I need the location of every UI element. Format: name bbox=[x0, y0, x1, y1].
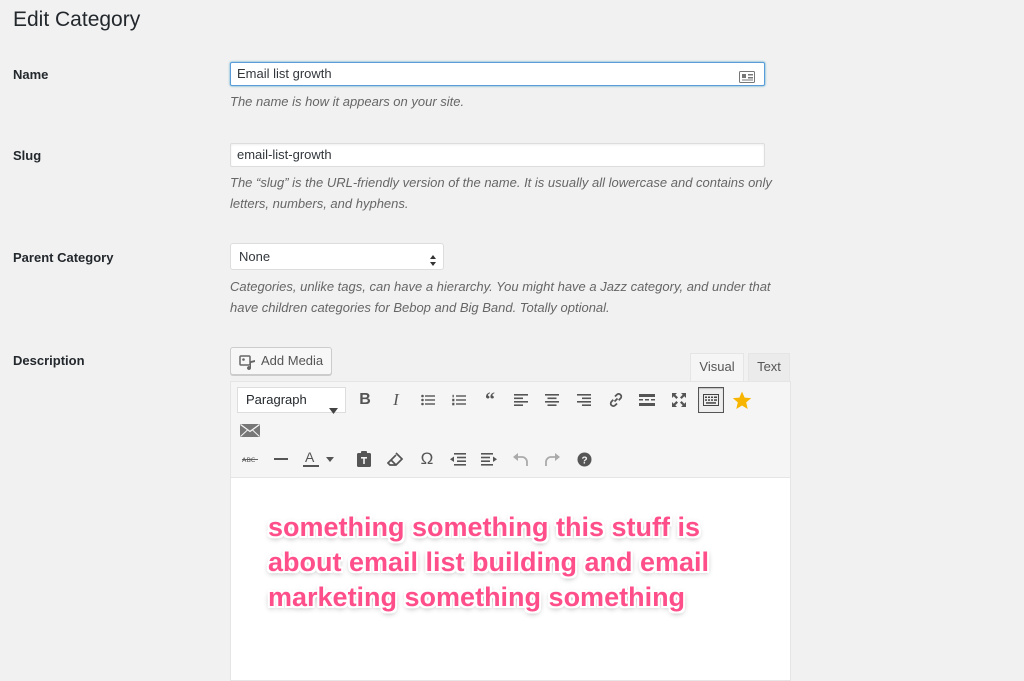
help-icon[interactable]: ? bbox=[571, 446, 597, 472]
tab-text[interactable]: Text bbox=[748, 353, 790, 381]
add-media-label: Add Media bbox=[261, 353, 324, 368]
blockquote-icon[interactable]: “ bbox=[477, 387, 503, 413]
slug-help: The “slug” is the URL-friendly version o… bbox=[230, 175, 772, 211]
special-character-icon[interactable]: Ω bbox=[414, 446, 440, 472]
name-input-value: Email list growth bbox=[237, 66, 332, 81]
strikethrough-icon[interactable]: ABC bbox=[237, 446, 263, 472]
parent-category-label: Parent Category bbox=[13, 250, 114, 265]
italic-icon[interactable]: I bbox=[383, 387, 409, 413]
name-input[interactable]: Email list growth bbox=[230, 62, 765, 86]
text-color-icon[interactable]: A bbox=[299, 446, 339, 472]
email-icon[interactable] bbox=[237, 417, 263, 443]
link-icon[interactable] bbox=[603, 387, 629, 413]
name-label: Name bbox=[13, 67, 49, 82]
editor-toolbar: Paragraph B I “ ABC A Ω ? bbox=[231, 382, 790, 478]
horizontal-line-icon[interactable] bbox=[268, 446, 294, 472]
undo-icon[interactable] bbox=[508, 446, 534, 472]
caret-down-icon bbox=[329, 398, 338, 422]
format-select[interactable]: Paragraph bbox=[237, 387, 346, 414]
media-icon bbox=[239, 354, 257, 380]
contact-card-icon[interactable] bbox=[739, 68, 755, 90]
slug-input[interactable]: email-list-growth bbox=[230, 143, 765, 167]
tab-visual[interactable]: Visual bbox=[690, 353, 744, 381]
svg-text:A: A bbox=[305, 450, 315, 465]
description-label: Description bbox=[13, 353, 85, 368]
description-editor[interactable]: Paragraph B I “ ABC A Ω ? something some… bbox=[230, 381, 791, 681]
slug-label: Slug bbox=[13, 148, 42, 163]
add-media-button[interactable]: Add Media bbox=[230, 347, 332, 375]
page-title: Edit Category bbox=[13, 8, 141, 31]
slug-input-value: email-list-growth bbox=[237, 147, 332, 162]
align-left-icon[interactable] bbox=[508, 387, 534, 413]
star-icon[interactable] bbox=[729, 387, 755, 413]
indent-icon[interactable] bbox=[476, 446, 502, 472]
parent-category-help: Categories, unlike tags, can have a hier… bbox=[230, 279, 771, 315]
read-more-icon[interactable] bbox=[634, 387, 660, 413]
format-select-value: Paragraph bbox=[246, 392, 307, 407]
fullscreen-icon[interactable] bbox=[666, 387, 692, 413]
numbered-list-icon[interactable] bbox=[446, 387, 472, 413]
outdent-icon[interactable] bbox=[445, 446, 471, 472]
description-content[interactable]: something something this stuff is about … bbox=[268, 510, 768, 615]
bold-icon[interactable]: B bbox=[352, 387, 378, 413]
toolbar-toggle-icon[interactable] bbox=[698, 387, 724, 413]
parent-category-select[interactable]: None bbox=[230, 243, 444, 270]
bullet-list-icon[interactable] bbox=[415, 387, 441, 413]
align-center-icon[interactable] bbox=[539, 387, 565, 413]
paste-as-text-icon[interactable] bbox=[351, 446, 377, 472]
align-right-icon[interactable] bbox=[571, 387, 597, 413]
clear-formatting-icon[interactable] bbox=[382, 446, 408, 472]
redo-icon[interactable] bbox=[539, 446, 565, 472]
select-arrows-icon bbox=[429, 250, 437, 275]
parent-category-value: None bbox=[239, 249, 271, 264]
svg-text:?: ? bbox=[581, 455, 587, 466]
name-help: The name is how it appears on your site. bbox=[230, 94, 465, 109]
